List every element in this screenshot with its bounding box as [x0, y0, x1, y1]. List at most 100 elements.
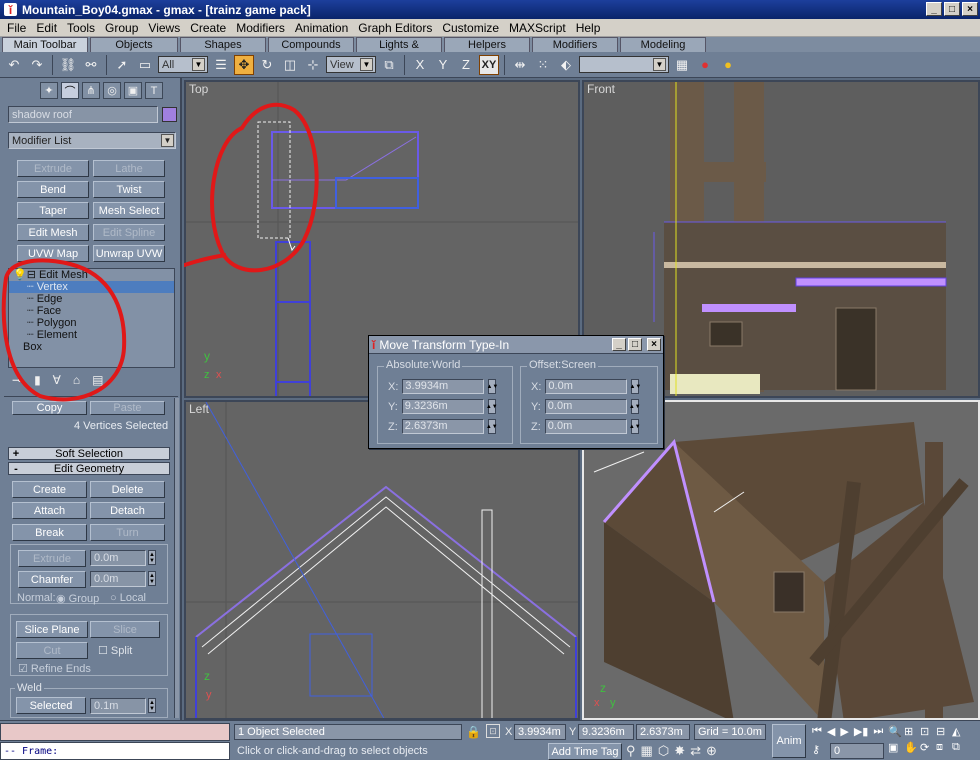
walkthrough-icon[interactable]: ⧉ [952, 741, 968, 757]
snap-icon[interactable]: ⚲ [626, 743, 636, 759]
dialog-close-button[interactable]: × [647, 338, 661, 351]
fov-icon[interactable]: ◭ [952, 725, 968, 741]
soft-selection-rollout[interactable]: + Soft Selection [8, 447, 170, 460]
axis-z-button[interactable]: Z [456, 55, 476, 75]
off-x-spinner[interactable]: ▲▼ [629, 379, 641, 394]
reference-coordinate-dropdown[interactable]: View ▼ [326, 56, 376, 73]
absolute-mode-icon[interactable]: ⊡ [486, 724, 500, 738]
gmax-app-icon[interactable]: ĭ [4, 3, 17, 17]
tab-helpers[interactable]: Helpers [444, 37, 530, 52]
minimize-button[interactable]: _ [926, 2, 942, 16]
key-icon[interactable]: ⚷ [812, 743, 820, 756]
add-time-tag-button[interactable]: Add Time Tag [548, 743, 622, 760]
delete-button[interactable]: Delete [90, 481, 165, 498]
tab-compounds[interactable]: Compounds [268, 37, 354, 52]
attach-button[interactable]: Attach [12, 502, 87, 519]
menu-animation[interactable]: Animation [290, 21, 353, 35]
off-y-field[interactable]: 0.0m [544, 399, 627, 414]
previous-frame-icon[interactable]: ◀ [827, 725, 835, 738]
min-max-toggle-icon[interactable]: ⧈ [936, 741, 952, 757]
cut-button[interactable]: Cut [16, 642, 88, 659]
off-x-field[interactable]: 0.0m [545, 379, 628, 394]
maxscript-listener-pink[interactable] [0, 723, 230, 741]
spinner-snap-icon[interactable]: ✸ [674, 743, 685, 759]
scale-icon[interactable]: ◫ [280, 55, 300, 75]
menu-customize[interactable]: Customize [437, 21, 504, 35]
weld-threshold-field[interactable]: 0.1m [90, 698, 146, 714]
tab-lights-cameras[interactable]: Lights & Cameras [356, 37, 442, 63]
zoom-extents-all-icon[interactable]: ⊟ [936, 725, 952, 741]
selection-set-icon[interactable]: ⇄ [690, 743, 701, 759]
axis-x-button[interactable]: X [410, 55, 430, 75]
chamfer-amount-field[interactable]: 0.0m [90, 571, 146, 587]
chamfer-spinner[interactable]: ▲ ▼ [148, 571, 156, 586]
weld-spinner[interactable]: ▲ ▼ [148, 698, 156, 713]
extrude-button[interactable]: Extrude [18, 550, 86, 567]
array-icon[interactable]: ⁙ [533, 55, 553, 75]
key-mode-icon[interactable]: ⊕ [706, 743, 717, 759]
normal-local-radio[interactable]: ○ Local [110, 592, 146, 604]
render-icon[interactable]: ● [695, 55, 715, 75]
percent-snap-icon[interactable]: ⬡ [658, 743, 669, 759]
off-y-spinner[interactable]: ▲▼ [629, 399, 641, 414]
region-select-icon[interactable]: ▭ [135, 55, 155, 75]
edit-geometry-rollout[interactable]: - Edit Geometry [8, 462, 170, 475]
zoom-icon[interactable]: 🔍 [888, 725, 904, 741]
refine-ends-checkbox[interactable]: ☑ Refine Ends [18, 662, 91, 675]
maxscript-listener-white[interactable]: -- Frame: [0, 742, 230, 760]
off-z-field[interactable]: 0.0m [544, 419, 627, 434]
normal-group-radio[interactable]: ◉ Group [56, 592, 99, 605]
menu-help[interactable]: Help [571, 21, 606, 35]
slice-button[interactable]: Slice [90, 621, 160, 638]
tab-objects[interactable]: Objects [90, 37, 178, 52]
break-button[interactable]: Break [12, 524, 87, 541]
weld-selected-button[interactable]: Selected [16, 697, 86, 714]
select-arrow-icon[interactable]: ➚ [112, 55, 132, 75]
detach-button[interactable]: Detach [90, 502, 165, 519]
angle-snap-icon[interactable]: ▦ [641, 743, 653, 759]
animate-button[interactable]: Anim [772, 724, 806, 758]
current-frame-field[interactable]: 0 [830, 743, 884, 759]
abs-z-spinner[interactable]: ▲▼ [486, 419, 498, 434]
coord-y-field[interactable]: 9.3236m [578, 724, 634, 740]
select-by-name-icon[interactable]: ☰ [211, 55, 231, 75]
menu-create[interactable]: Create [185, 21, 231, 35]
extrude-amount-field[interactable]: 0.0m [90, 550, 146, 566]
region-zoom-icon[interactable]: ▣ [888, 741, 904, 757]
arc-rotate-icon[interactable]: ⟳ [920, 741, 936, 757]
tab-main-toolbar[interactable]: Main Toolbar [2, 37, 88, 52]
dialog-minimize-button[interactable]: _ [612, 338, 626, 351]
rotate-icon[interactable]: ↻ [257, 55, 277, 75]
align-icon[interactable]: ⬖ [556, 55, 576, 75]
maximize-button[interactable]: □ [944, 2, 960, 16]
menu-maxscript[interactable]: MAXScript [504, 21, 571, 35]
named-selection-dropdown[interactable]: ▼ [579, 56, 669, 73]
panel-scrollbar[interactable] [174, 398, 179, 718]
close-button[interactable]: × [962, 2, 978, 16]
mirror-icon[interactable]: ⇹ [510, 55, 530, 75]
next-frame-icon[interactable]: ▶▮ [854, 725, 869, 738]
pan-icon[interactable]: ✋ [904, 741, 920, 757]
axis-xy-button[interactable]: XY [479, 54, 499, 75]
zoom-extents-icon[interactable]: ⊡ [920, 725, 936, 741]
coord-x-field[interactable]: 3.9934m [514, 724, 566, 740]
go-to-start-icon[interactable]: ⏮ [812, 725, 822, 738]
link-icon[interactable]: ⛓ [58, 55, 78, 75]
tab-modeling[interactable]: Modeling [620, 37, 706, 52]
tab-modifiers[interactable]: Modifiers [532, 37, 618, 52]
menu-edit[interactable]: Edit [31, 21, 62, 35]
lock-selection-icon[interactable]: 🔒 [466, 725, 481, 739]
chamfer-button[interactable]: Chamfer [18, 571, 86, 588]
play-icon[interactable]: ▶ [840, 725, 848, 738]
split-checkbox[interactable]: ☐ Split [98, 644, 132, 657]
axis-y-button[interactable]: Y [433, 55, 453, 75]
off-z-spinner[interactable]: ▲▼ [629, 419, 641, 434]
dialog-maximize-button[interactable]: □ [628, 338, 642, 351]
menu-group[interactable]: Group [100, 21, 143, 35]
redo-icon[interactable]: ↷ [27, 55, 47, 75]
abs-z-field[interactable]: 2.6373m [401, 419, 484, 434]
turn-button[interactable]: Turn [90, 524, 165, 541]
menu-file[interactable]: File [2, 21, 31, 35]
menu-graph-editors[interactable]: Graph Editors [353, 21, 437, 35]
abs-x-field[interactable]: 3.9934m [402, 379, 485, 394]
